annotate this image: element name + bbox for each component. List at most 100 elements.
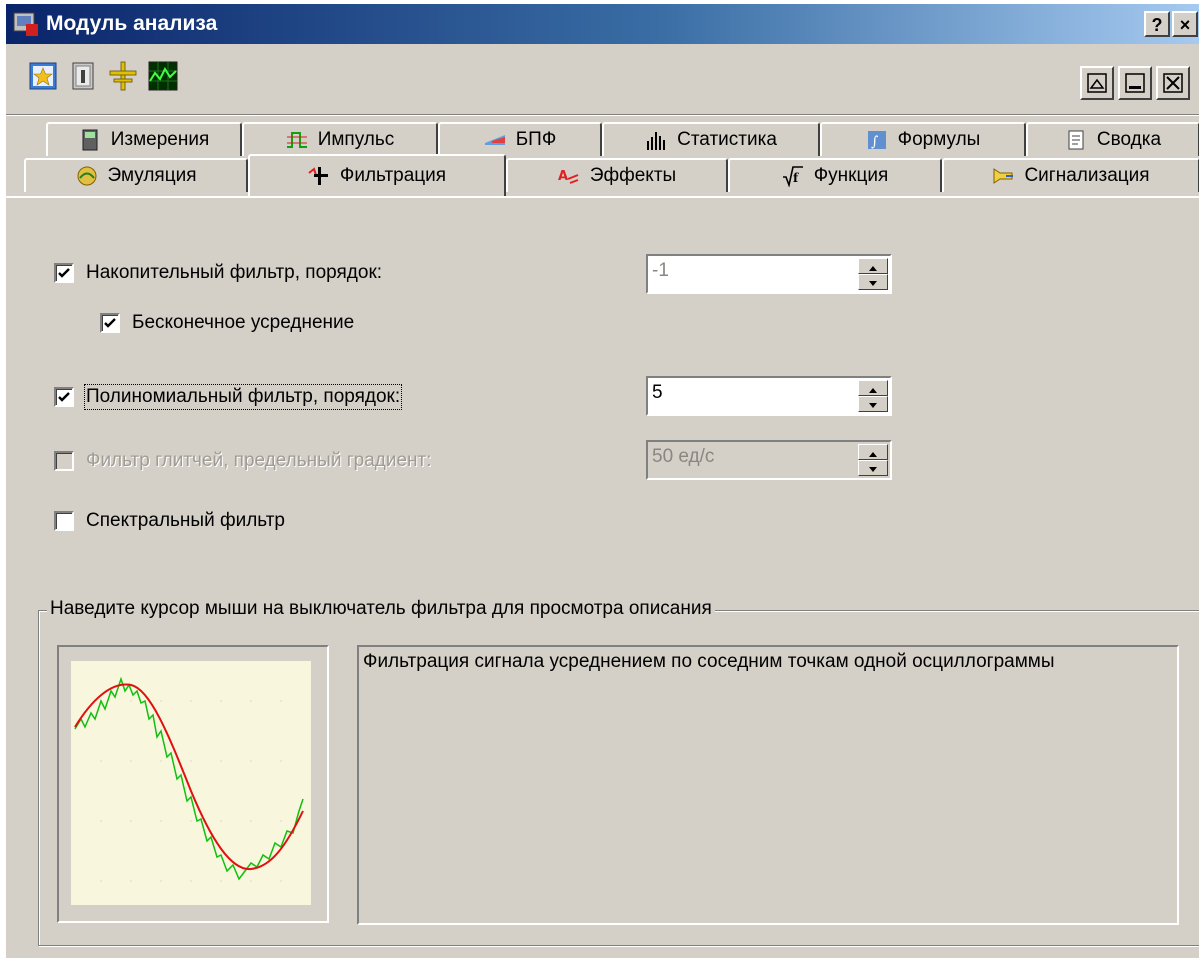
cursor-icon[interactable]	[108, 61, 138, 91]
svg-text:∫: ∫	[871, 134, 878, 150]
polynomial-filter-label: Полиномиальный фильтр, порядок:	[83, 384, 403, 410]
pin-icon	[1087, 73, 1107, 93]
spectral-filter-row: Спектральный фильтр	[54, 510, 285, 532]
tab-effects[interactable]: A Эффекты	[506, 158, 728, 192]
fft-icon	[484, 135, 505, 145]
star-icon[interactable]	[28, 61, 58, 91]
document-icon	[1068, 130, 1084, 150]
window-title: Модуль анализа	[46, 12, 218, 35]
title-close-button[interactable]: ×	[1172, 11, 1198, 37]
analysis-module-window: Модуль анализа ? × Измерения Импульс БПФ…	[4, 4, 1199, 958]
glitch-filter-row: Фильтр глитчей, предельный градиент:	[54, 450, 432, 472]
spectral-filter-label: Спектральный фильтр	[86, 510, 285, 531]
oscilloscope-icon[interactable]	[148, 61, 178, 91]
tab-label: Фильтрация	[339, 165, 447, 186]
horn-icon	[993, 168, 1014, 184]
close-icon	[1163, 73, 1183, 93]
app-icon	[13, 12, 38, 36]
checkmark-icon	[58, 268, 70, 278]
close-button[interactable]	[1156, 66, 1190, 100]
description-text: Фильтрация сигнала усреднением по соседн…	[363, 651, 1055, 672]
minimize-icon	[1125, 73, 1145, 93]
preview-plot	[71, 661, 311, 905]
checkmark-icon	[58, 392, 70, 402]
tab-summary[interactable]: Сводка	[1026, 122, 1199, 156]
tab-statistics[interactable]: Статистика	[602, 122, 820, 156]
filtered-signal-line	[74, 683, 304, 871]
tab-filtering[interactable]: Фильтрация	[248, 154, 506, 196]
spin-up-button[interactable]	[858, 380, 888, 396]
tab-label: БПФ	[515, 129, 557, 150]
glitch-filter-checkbox[interactable]	[54, 451, 74, 471]
infinite-avg-checkbox[interactable]	[100, 313, 120, 333]
checkmark-icon	[104, 318, 116, 328]
glitch-gradient-spinner[interactable]: 50 ед/с	[646, 440, 892, 480]
description-group: Наведите курсор мыши на выключатель филь…	[38, 598, 1199, 946]
minimize-button[interactable]	[1118, 66, 1152, 100]
pulse-icon	[286, 132, 307, 148]
toolbar-separator	[6, 114, 1199, 116]
spin-down-button[interactable]	[858, 460, 888, 476]
waveform-illustration	[74, 676, 304, 882]
glitch-gradient-value[interactable]: 50 ед/с	[652, 444, 714, 470]
spectral-filter-checkbox[interactable]	[54, 511, 74, 531]
emulation-icon	[77, 166, 97, 186]
filter-icon	[308, 167, 328, 185]
polynomial-order-spinner[interactable]: 5	[646, 376, 892, 416]
info-icon[interactable]	[68, 61, 98, 91]
tab-label: Эмуляция	[107, 165, 197, 186]
svg-text:A: A	[558, 169, 568, 184]
tab-signaling[interactable]: Сигнализация	[942, 158, 1199, 192]
tab-fft[interactable]: БПФ	[438, 122, 602, 156]
spinner-arrows	[858, 444, 888, 476]
spinner-arrows	[858, 380, 888, 412]
arrow-up-icon	[869, 452, 877, 457]
arrow-up-icon	[869, 266, 877, 271]
description-box: Фильтрация сигнала усреднением по соседн…	[357, 645, 1179, 925]
spin-down-button[interactable]	[858, 274, 888, 290]
tab-measurements[interactable]: Измерения	[46, 122, 242, 156]
toolbar	[6, 44, 1199, 114]
arrow-up-icon	[869, 388, 877, 393]
svg-text:f: f	[793, 171, 799, 185]
tab-function[interactable]: f Функция	[728, 158, 942, 192]
function-icon: f	[782, 166, 803, 187]
effects-icon: A	[558, 169, 579, 184]
tab-label: Функция	[813, 165, 889, 186]
accumulative-filter-row: Накопительный фильтр, порядок:	[54, 262, 382, 284]
tab-label: Измерения	[110, 129, 210, 150]
help-button[interactable]: ?	[1144, 11, 1170, 37]
infinite-avg-row: Бесконечное усреднение	[100, 312, 354, 334]
glitch-filter-label: Фильтр глитчей, предельный градиент:	[86, 450, 432, 471]
bars-icon	[647, 132, 666, 150]
tab-formulas[interactable]: ∫ Формулы	[820, 122, 1026, 156]
spin-down-button[interactable]	[858, 396, 888, 412]
spin-up-button[interactable]	[858, 258, 888, 274]
title-bar[interactable]: Модуль анализа ? ×	[6, 4, 1199, 44]
filter-preview	[57, 645, 329, 923]
tab-label: Формулы	[897, 129, 981, 150]
tab-label: Сводка	[1096, 129, 1162, 150]
accumulative-filter-checkbox[interactable]	[54, 263, 74, 283]
tab-label: Сигнализация	[1024, 165, 1150, 186]
spinner-arrows	[858, 258, 888, 290]
polynomial-filter-row: Полиномиальный фильтр, порядок:	[54, 384, 403, 410]
formula-icon: ∫	[867, 131, 886, 150]
accumulative-order-spinner[interactable]: -1	[646, 254, 892, 294]
tab-label: Эффекты	[589, 165, 677, 186]
arrow-down-icon	[869, 281, 877, 286]
tab-label: Статистика	[677, 129, 777, 150]
infinite-avg-label: Бесконечное усреднение	[132, 312, 355, 333]
spin-up-button[interactable]	[858, 444, 888, 460]
tab-emulation[interactable]: Эмуляция	[24, 158, 248, 192]
arrow-down-icon	[869, 403, 877, 408]
meter-icon	[82, 129, 98, 151]
pin-button[interactable]	[1080, 66, 1114, 100]
accumulative-order-value[interactable]: -1	[652, 258, 669, 284]
polynomial-order-value[interactable]: 5	[652, 380, 663, 406]
description-group-title: Наведите курсор мыши на выключатель филь…	[47, 598, 715, 620]
tab-pulse[interactable]: Импульс	[242, 122, 438, 156]
polynomial-filter-checkbox[interactable]	[54, 387, 74, 407]
arrow-down-icon	[869, 467, 877, 472]
raw-signal-line	[74, 676, 304, 881]
